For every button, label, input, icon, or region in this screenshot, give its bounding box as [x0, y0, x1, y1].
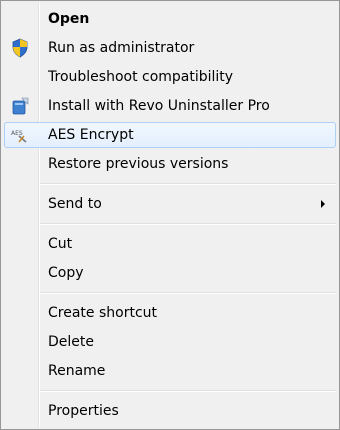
menu-item-label: Install with Revo Uninstaller Pro [48, 98, 270, 114]
menu-item-troubleshoot-compatibility[interactable]: Troubleshoot compatibility [4, 64, 336, 90]
context-menu: Open Run as administrator Troubleshoot c… [0, 0, 340, 430]
menu-item-open[interactable]: Open [4, 6, 336, 32]
aes-encrypt-icon: AES [10, 125, 30, 145]
menu-separator [40, 390, 336, 392]
menu-item-label: Open [48, 11, 90, 27]
menu-item-label: AES Encrypt [48, 127, 134, 143]
menu-item-label: Delete [48, 334, 94, 350]
menu-item-properties[interactable]: Properties [4, 398, 336, 424]
menu-item-copy[interactable]: Copy [4, 260, 336, 286]
menu-item-create-shortcut[interactable]: Create shortcut [4, 300, 336, 326]
menu-separator [40, 183, 336, 185]
menu-item-aes-encrypt[interactable]: AES AES Encrypt [4, 122, 336, 148]
menu-item-label: Create shortcut [48, 305, 158, 321]
menu-item-label: Send to [48, 196, 102, 212]
aes-icon-text: AES [11, 130, 23, 137]
menu-item-delete[interactable]: Delete [4, 329, 336, 355]
menu-item-label: Copy [48, 265, 84, 281]
menu-separator [40, 292, 336, 294]
menu-item-cut[interactable]: Cut [4, 231, 336, 257]
menu-item-run-as-administrator[interactable]: Run as administrator [4, 35, 336, 61]
menu-item-label: Restore previous versions [48, 156, 229, 172]
menu-item-label: Cut [48, 236, 73, 252]
menu-item-label: Rename [48, 363, 106, 379]
menu-item-rename[interactable]: Rename [4, 358, 336, 384]
menu-item-label: Troubleshoot compatibility [48, 69, 234, 85]
menu-item-restore-previous-versions[interactable]: Restore previous versions [4, 151, 336, 177]
menu-item-install-with-revo[interactable]: Install with Revo Uninstaller Pro [4, 93, 336, 119]
revo-uninstaller-icon [10, 96, 30, 116]
submenu-arrow-icon [321, 200, 325, 208]
menu-item-label: Run as administrator [48, 40, 195, 56]
menu-item-send-to[interactable]: Send to [4, 191, 336, 217]
menu-item-label: Properties [48, 403, 119, 419]
menu-separator [40, 223, 336, 225]
uac-shield-icon [10, 38, 30, 58]
